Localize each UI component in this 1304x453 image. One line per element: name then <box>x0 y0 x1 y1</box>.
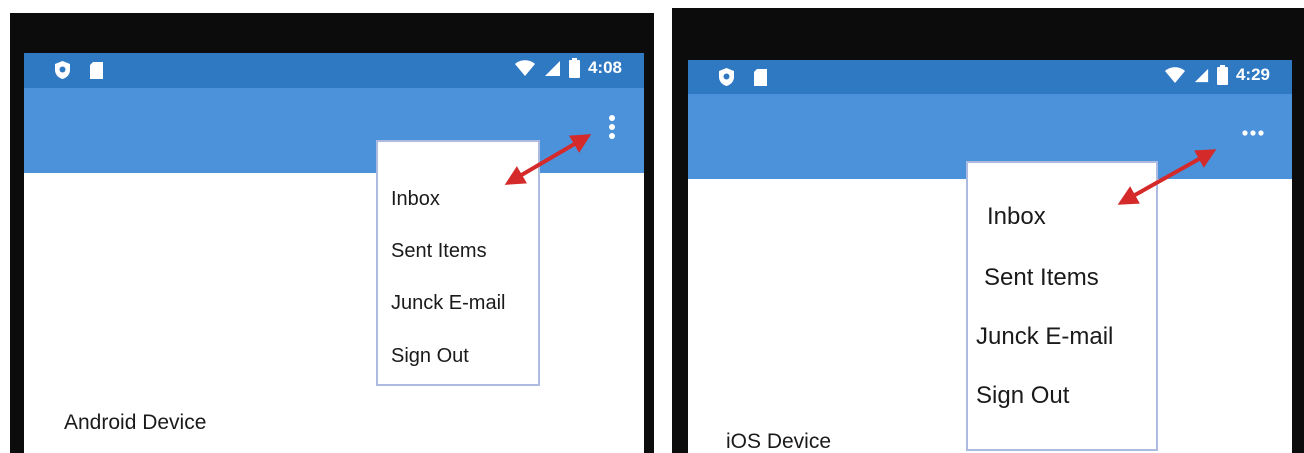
status-time: 4:29 <box>1235 65 1270 84</box>
shield-icon <box>718 67 735 87</box>
vertical-dots-icon[interactable] <box>608 114 616 140</box>
menu-item-sign-out[interactable]: Sign Out <box>976 382 1069 410</box>
status-time: 4:08 <box>587 58 622 77</box>
menu-item-sign-out[interactable]: Sign Out <box>391 345 469 368</box>
device-label: iOS Device <box>726 430 832 453</box>
menu-item-sent-items[interactable]: Sent Items <box>984 264 1099 292</box>
android-status-left-icons <box>54 60 104 80</box>
menu-item-junk-email[interactable]: Junck E-mail <box>976 323 1113 351</box>
menu-item-sent-items[interactable]: Sent Items <box>391 240 487 263</box>
signal-icon <box>1194 68 1209 83</box>
ios-status-left-icons <box>718 67 768 87</box>
horizontal-dots-icon[interactable] <box>1242 130 1264 136</box>
wifi-icon <box>514 59 536 77</box>
ios-device-frame: 4:29 Inbox Sent Items Junck E-mail Sign … <box>672 8 1304 453</box>
signal-icon <box>544 60 561 77</box>
menu-item-inbox[interactable]: Inbox <box>391 188 440 211</box>
android-status-right: 4:08 <box>514 58 622 78</box>
ios-status-bar: 4:29 <box>688 60 1292 94</box>
android-screen: 4:08 Inbox Sent Items Junck E-mail Sign … <box>24 53 644 453</box>
android-device-frame: 4:08 Inbox Sent Items Junck E-mail Sign … <box>10 13 654 453</box>
ios-status-right: 4:29 <box>1164 65 1270 85</box>
ios-screen: 4:29 Inbox Sent Items Junck E-mail Sign … <box>688 60 1292 453</box>
android-status-bar: 4:08 <box>24 53 644 88</box>
menu-item-inbox[interactable]: Inbox <box>987 203 1046 231</box>
ios-overflow-menu: Inbox Sent Items Junck E-mail Sign Out <box>966 161 1158 451</box>
menu-item-junk-email[interactable]: Junck E-mail <box>391 292 505 315</box>
device-label: Android Device <box>64 411 207 434</box>
android-overflow-menu: Inbox Sent Items Junck E-mail Sign Out <box>376 140 540 386</box>
shield-icon <box>54 60 71 80</box>
battery-icon <box>1216 65 1228 85</box>
battery-icon <box>568 58 580 78</box>
wifi-icon <box>1164 66 1186 84</box>
sd-card-icon <box>753 68 768 87</box>
sd-card-icon <box>89 61 104 80</box>
android-app-bar <box>24 88 644 173</box>
